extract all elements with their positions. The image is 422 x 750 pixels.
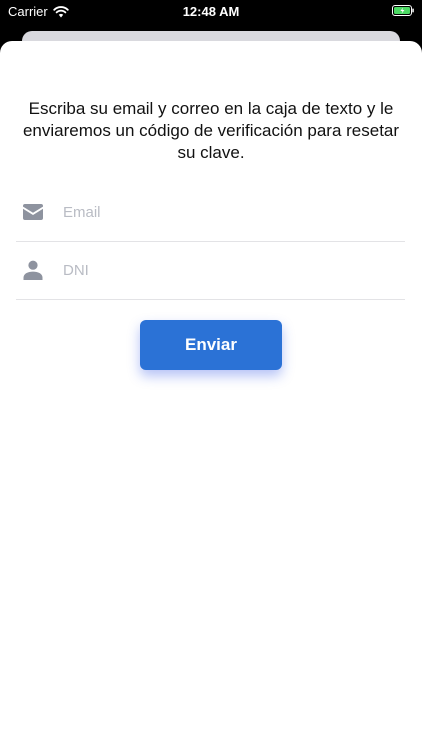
instruction-text: Escriba su email y correo en la caja de … [22,99,400,162]
email-field-row [16,183,405,242]
dni-field-row [16,241,405,300]
status-bar: Carrier 12:48 AM [0,0,422,24]
dni-input[interactable] [63,261,363,279]
email-input[interactable] [63,203,363,221]
envelope-icon [22,201,44,223]
person-icon [22,259,44,281]
submit-button[interactable]: Enviar [140,320,282,370]
status-time: 12:48 AM [182,4,240,19]
battery-icon [392,5,414,16]
